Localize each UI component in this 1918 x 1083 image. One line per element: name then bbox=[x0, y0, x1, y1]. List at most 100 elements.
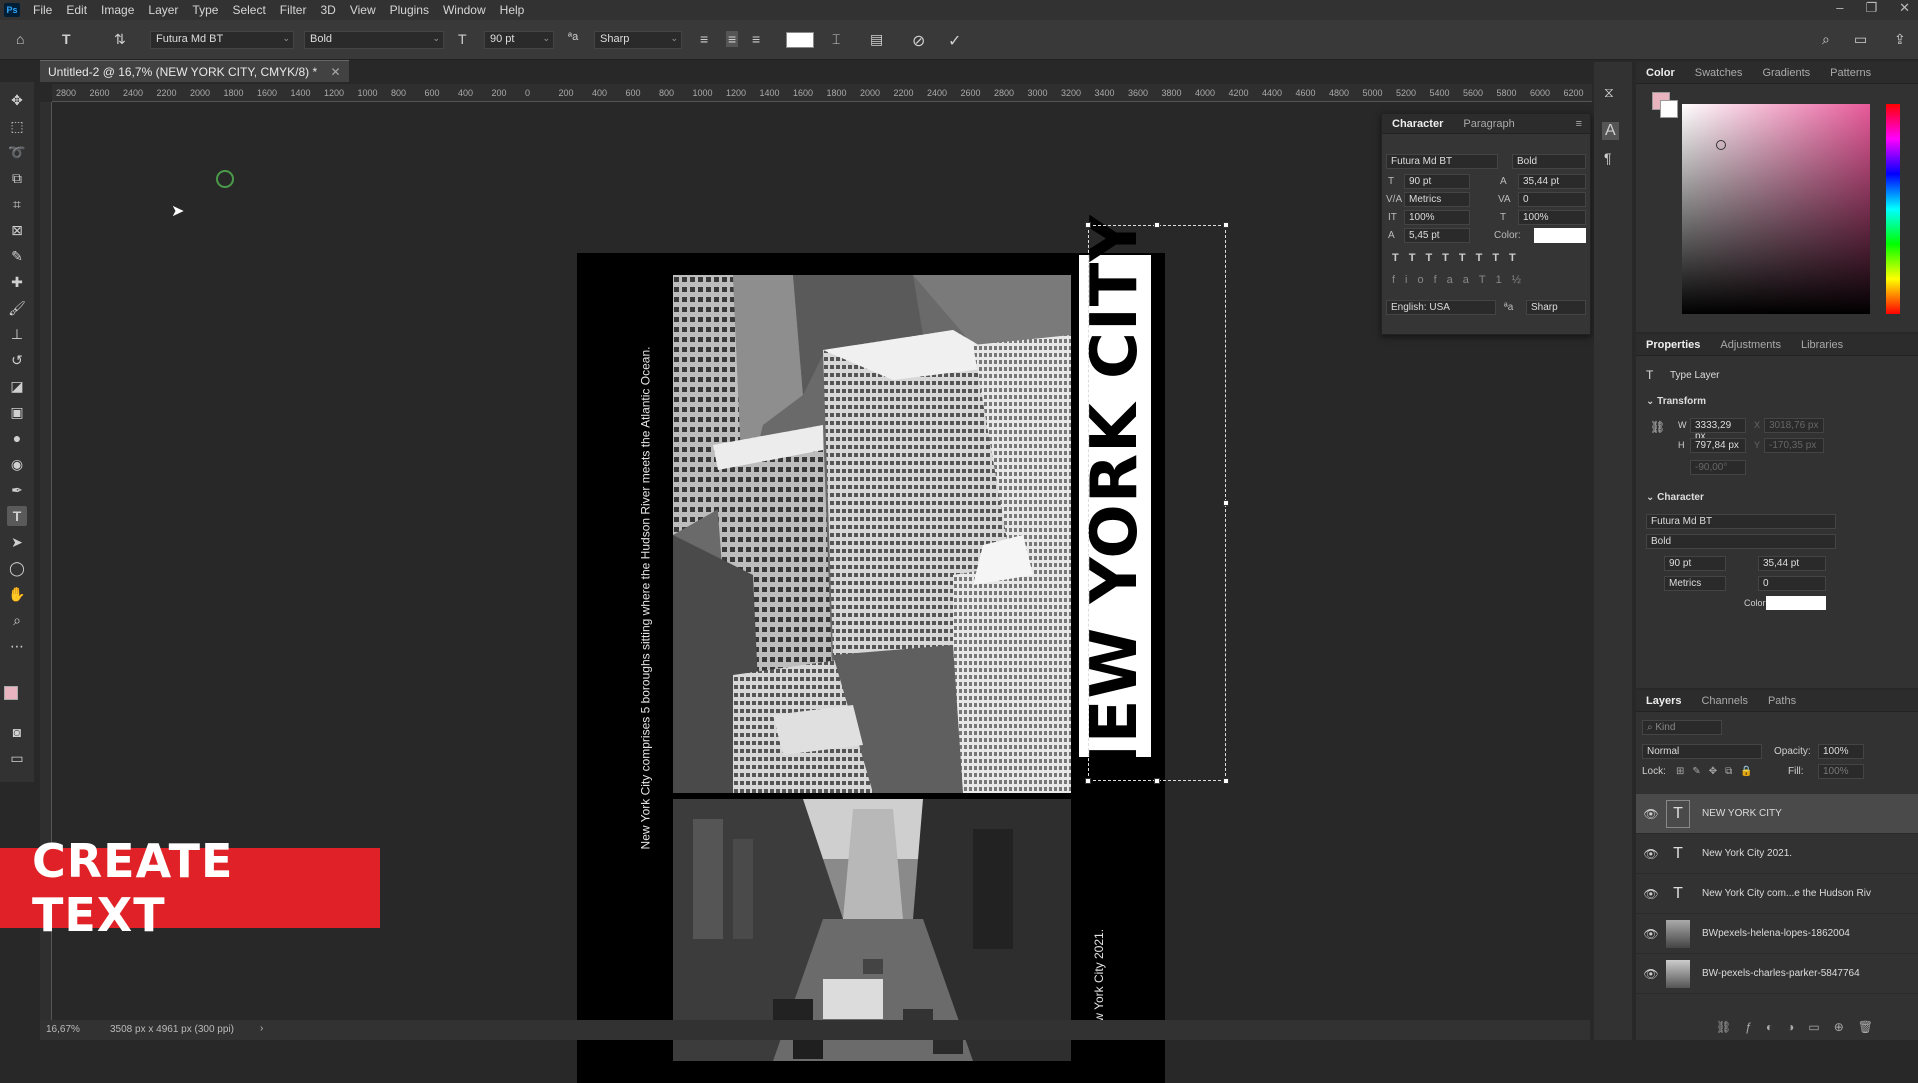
eyedropper-tool-icon[interactable]: ✎ bbox=[7, 246, 27, 266]
width-input[interactable]: 3333,29 px bbox=[1690, 418, 1746, 442]
character-panel-toggle-icon[interactable]: ▤ bbox=[870, 31, 883, 48]
transform-bounding-box[interactable] bbox=[1085, 222, 1229, 784]
menu-edit[interactable]: Edit bbox=[59, 3, 94, 17]
history-brush-icon[interactable]: ↺ bbox=[7, 350, 27, 370]
restore-icon[interactable]: ❐ bbox=[1865, 0, 1877, 16]
cp-tracking[interactable]: 0 bbox=[1518, 192, 1586, 207]
prop-font-family[interactable]: Futura Md BT bbox=[1646, 514, 1836, 529]
fill-input[interactable]: 100% bbox=[1818, 764, 1864, 779]
menu-3d[interactable]: 3D bbox=[313, 3, 342, 17]
align-left-icon[interactable]: ≡ bbox=[700, 31, 708, 47]
buildings-photo[interactable] bbox=[673, 275, 1071, 793]
tab-adjustments[interactable]: Adjustments bbox=[1710, 339, 1791, 351]
frame-tool-icon[interactable]: ⊠ bbox=[7, 220, 27, 240]
panel-menu-icon[interactable]: ≡ bbox=[1576, 118, 1590, 130]
transform-handle[interactable] bbox=[1223, 222, 1229, 228]
type-tool-icon[interactable]: T bbox=[7, 506, 27, 526]
healing-tool-icon[interactable]: ✚ bbox=[7, 272, 27, 292]
menu-type[interactable]: Type bbox=[185, 3, 225, 17]
tab-character[interactable]: Character bbox=[1382, 118, 1453, 130]
object-select-tool-icon[interactable]: ⧉ bbox=[7, 168, 27, 188]
history-icon[interactable]: ⧖ bbox=[1604, 84, 1614, 101]
cp-leading[interactable]: 35,44 pt bbox=[1518, 174, 1586, 189]
cp-color-swatch[interactable] bbox=[1534, 228, 1586, 243]
menu-image[interactable]: Image bbox=[94, 3, 141, 17]
layer-actions-icons[interactable]: ⛓ƒ◐◑▭⊕🗑 bbox=[1716, 1020, 1887, 1034]
cp-kerning[interactable]: Metrics bbox=[1404, 192, 1470, 207]
marquee-tool-icon[interactable]: ⬚ bbox=[7, 116, 27, 136]
prop-kerning[interactable]: Metrics bbox=[1664, 576, 1726, 591]
foreground-color-swatch[interactable] bbox=[4, 686, 18, 700]
tab-color[interactable]: Color bbox=[1636, 67, 1685, 79]
menu-view[interactable]: View bbox=[343, 3, 383, 17]
cp-horizontal-scale[interactable]: 100% bbox=[1518, 210, 1586, 225]
transform-handle[interactable] bbox=[1085, 778, 1091, 784]
anti-alias-select[interactable]: Sharp ⌄ bbox=[594, 31, 682, 49]
link-icon[interactable]: ⛓ bbox=[1650, 420, 1665, 434]
layer-row[interactable]: 👁 T New York City com...e the Hudson Riv bbox=[1636, 874, 1918, 914]
menu-plugins[interactable]: Plugins bbox=[383, 3, 436, 17]
screen-mode-icon[interactable]: ▭ bbox=[7, 748, 27, 768]
font-size-select[interactable]: 90 pt ⌄ bbox=[484, 31, 554, 49]
color-field[interactable] bbox=[1682, 104, 1870, 314]
menu-filter[interactable]: Filter bbox=[273, 3, 314, 17]
x-input[interactable]: 3018,76 px bbox=[1764, 418, 1824, 433]
blur-tool-icon[interactable]: ● bbox=[7, 428, 27, 448]
transform-handle[interactable] bbox=[1154, 222, 1160, 228]
cp-language[interactable]: English: USA bbox=[1386, 300, 1496, 315]
menu-file[interactable]: File bbox=[26, 3, 59, 17]
hue-slider[interactable] bbox=[1886, 104, 1900, 314]
minimize-icon[interactable]: – bbox=[1836, 0, 1843, 16]
text-orientation-icon[interactable]: ⇅ bbox=[114, 31, 126, 48]
stamp-tool-icon[interactable]: ⊥ bbox=[7, 324, 27, 344]
tab-layers[interactable]: Layers bbox=[1636, 695, 1691, 707]
layer-row[interactable]: 👁 T NEW YORK CITY bbox=[1636, 794, 1918, 834]
transform-handle[interactable] bbox=[1085, 222, 1091, 228]
prop-font-size[interactable]: 90 pt bbox=[1664, 556, 1726, 571]
cp-font-family[interactable]: Futura Md BT bbox=[1386, 154, 1498, 169]
path-select-tool-icon[interactable]: ➤ bbox=[7, 532, 27, 552]
search-icon[interactable]: ⌕ bbox=[1822, 31, 1830, 48]
zoom-tool-icon[interactable]: ⌕ bbox=[7, 610, 27, 630]
side-caption-text[interactable]: New York City comprises 5 boroughs sitti… bbox=[638, 347, 652, 850]
tab-gradients[interactable]: Gradients bbox=[1752, 67, 1820, 79]
height-input[interactable]: 797,84 px bbox=[1690, 438, 1746, 453]
tab-swatches[interactable]: Swatches bbox=[1685, 67, 1753, 79]
layer-row[interactable]: 👁 BW-pexels-charles-parker-5847764 bbox=[1636, 954, 1918, 994]
bg-color-swatch[interactable] bbox=[1660, 100, 1678, 118]
align-right-icon[interactable]: ≡ bbox=[752, 31, 760, 47]
font-family-select[interactable]: Futura Md BT ⌄ bbox=[150, 31, 294, 49]
lock-icons[interactable]: ⊞✎✥⧉🔒 bbox=[1676, 766, 1761, 777]
tab-paths[interactable]: Paths bbox=[1758, 695, 1806, 707]
share-icon[interactable]: ⇪ bbox=[1894, 31, 1906, 48]
cp-font-style[interactable]: Bold bbox=[1512, 154, 1586, 169]
cp-vertical-scale[interactable]: 100% bbox=[1404, 210, 1470, 225]
tab-libraries[interactable]: Libraries bbox=[1791, 339, 1853, 351]
cancel-icon[interactable]: ⊘ bbox=[912, 31, 925, 51]
character-section-header[interactable]: ⌄ Character bbox=[1646, 492, 1704, 503]
quick-mask-icon[interactable]: ◙ bbox=[7, 722, 27, 742]
eraser-tool-icon[interactable]: ◪ bbox=[7, 376, 27, 396]
eye-icon[interactable]: 👁 bbox=[1636, 807, 1666, 821]
type-style-buttons[interactable]: TTTTTTTT bbox=[1392, 252, 1526, 264]
transform-handle[interactable] bbox=[1154, 778, 1160, 784]
layer-kind-filter[interactable]: ⌕ Kind bbox=[1642, 720, 1722, 735]
workspace-icon[interactable]: ▭ bbox=[1854, 31, 1867, 48]
prop-tracking[interactable]: 0 bbox=[1758, 576, 1826, 591]
layer-row[interactable]: 👁 T New York City 2021. bbox=[1636, 834, 1918, 874]
blend-mode-select[interactable]: Normal bbox=[1642, 744, 1762, 759]
tab-paragraph[interactable]: Paragraph bbox=[1453, 118, 1524, 130]
layer-row[interactable]: 👁 BWpexels-helena-lopes-1862004 bbox=[1636, 914, 1918, 954]
transform-section-header[interactable]: ⌄ Transform bbox=[1646, 396, 1706, 407]
cp-font-size[interactable]: 90 pt bbox=[1404, 174, 1470, 189]
gradient-tool-icon[interactable]: ▣ bbox=[7, 402, 27, 422]
opentype-buttons[interactable]: fiofaaT1½ bbox=[1392, 274, 1531, 286]
paragraph-panel-icon[interactable]: ¶ bbox=[1604, 150, 1612, 166]
chevron-right-icon[interactable]: › bbox=[260, 1023, 263, 1034]
more-tools-icon[interactable]: ⋯ bbox=[7, 636, 27, 656]
font-style-select[interactable]: Bold ⌄ bbox=[304, 31, 444, 49]
text-color-swatch[interactable] bbox=[786, 32, 814, 48]
document-tab[interactable]: Untitled-2 @ 16,7% (NEW YORK CITY, CMYK/… bbox=[40, 60, 349, 82]
align-center-icon[interactable]: ≡ bbox=[726, 31, 739, 47]
menu-window[interactable]: Window bbox=[436, 3, 493, 17]
